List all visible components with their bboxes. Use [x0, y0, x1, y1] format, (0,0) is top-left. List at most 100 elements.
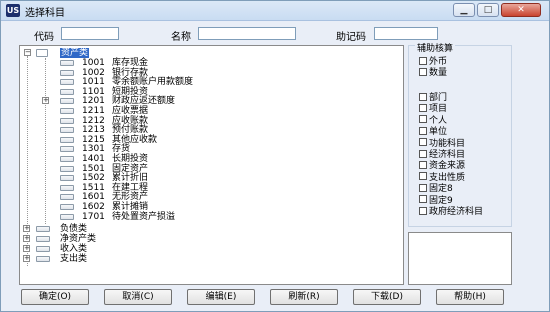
subject-name: 预付账款	[112, 125, 149, 136]
aux-checkbox[interactable]: 政府经济科目	[419, 206, 484, 217]
expand-icon[interactable]: +	[23, 235, 30, 242]
title-bar[interactable]: US 选择科目 ▁ □ ✕	[1, 1, 549, 21]
cancel-button[interactable]: 取消(C)	[104, 289, 172, 305]
folder-icon	[60, 60, 74, 66]
expand-icon[interactable]: +	[23, 225, 30, 232]
checkbox-icon[interactable]	[419, 103, 427, 112]
expand-icon[interactable]: +	[23, 245, 30, 252]
confirm-button[interactable]: 确定(O)	[21, 289, 89, 305]
checkbox-icon[interactable]	[419, 115, 427, 124]
aux-checkbox[interactable]: 固定8	[419, 183, 453, 195]
aux-checkbox[interactable]: 数量	[419, 67, 448, 78]
tree-node-label: 资产类	[60, 48, 90, 58]
name-label: 名称	[171, 32, 191, 43]
checkbox-icon[interactable]	[419, 195, 427, 204]
category-name: 负债类	[60, 224, 88, 234]
category-name: 净资产类	[60, 234, 97, 244]
checkbox-icon[interactable]	[419, 149, 427, 158]
subject-code: 1301	[82, 144, 105, 155]
folder-icon	[60, 108, 74, 114]
folder-icon	[60, 184, 74, 191]
subject-code: 1213	[82, 125, 105, 136]
folder-icon	[60, 136, 74, 143]
aux-checkbox[interactable]: 项目	[419, 103, 447, 114]
aux-checkbox-label: 政府经济科目	[429, 207, 484, 217]
aux-checkbox[interactable]: 支出性质	[419, 172, 465, 183]
folder-icon	[60, 117, 74, 124]
aux-checkbox-label: 个人	[429, 115, 448, 126]
aux-accounting-legend: 辅助核算	[415, 41, 456, 54]
mnemonic-label: 助记码	[336, 32, 366, 43]
expand-icon[interactable]: +	[42, 97, 49, 105]
aux-checkbox-label: 资金来源	[429, 161, 466, 172]
aux-checkbox-label: 数量	[429, 68, 448, 78]
app-logo-icon: US	[6, 4, 20, 17]
subject-name: 长期投资	[112, 154, 149, 164]
subject-name: 无形资产	[112, 192, 149, 203]
checkbox-icon[interactable]	[419, 183, 427, 192]
checkbox-icon[interactable]	[419, 138, 427, 147]
checkbox-icon[interactable]	[419, 172, 427, 181]
aux-checkbox[interactable]: 单位	[419, 126, 447, 137]
subject-name: 应收票据	[112, 106, 149, 116]
checkbox-icon[interactable]	[419, 160, 427, 169]
aux-detail-list[interactable]	[408, 232, 512, 285]
subject-name: 待处置资产损溢	[112, 211, 176, 222]
subject-tree[interactable]: − 资产类 1001 库存现金 1002 银行存款 1011 零余额账户用款额度 1101 短…	[19, 45, 404, 285]
help-button[interactable]: 帮助(H)	[436, 289, 504, 305]
close-button[interactable]: ✕	[501, 3, 541, 17]
folder-icon	[60, 175, 74, 182]
subject-code: 1201	[82, 96, 105, 107]
folder-icon	[60, 69, 74, 76]
folder-icon	[60, 194, 74, 201]
subject-code: 1215	[82, 134, 105, 145]
aux-checkbox-label: 经济科目	[429, 150, 466, 160]
subject-code: 1601	[82, 192, 105, 203]
folder-icon	[60, 98, 74, 105]
subject-code: 1502	[82, 173, 105, 184]
folder-icon	[36, 236, 50, 242]
category-name: 收入类	[60, 244, 88, 254]
folder-icon	[60, 156, 74, 162]
subject-code: 1511	[82, 182, 105, 193]
subject-code: 1011	[82, 77, 105, 88]
folder-icon	[60, 127, 74, 134]
checkbox-icon[interactable]	[419, 56, 427, 65]
aux-checkbox-label: 固定9	[429, 195, 453, 206]
aux-checkbox[interactable]: 固定9	[419, 195, 453, 206]
minimize-button[interactable]: ▁	[453, 3, 475, 17]
edit-button[interactable]: 编辑(E)	[187, 289, 255, 305]
subject-code: 1001	[82, 58, 105, 68]
refresh-button[interactable]: 刷新(R)	[270, 289, 338, 305]
code-input[interactable]	[61, 27, 119, 40]
subject-code: 1002	[82, 67, 105, 78]
aux-checkbox-label: 固定8	[429, 184, 453, 195]
checkbox-icon[interactable]	[419, 206, 427, 215]
download-button[interactable]: 下载(D)	[353, 289, 421, 305]
aux-checkbox[interactable]: 外币	[419, 56, 448, 67]
subject-code: 1212	[82, 115, 105, 126]
subject-code: 1501	[82, 163, 105, 174]
select-subject-dialog: US 选择科目 ▁ □ ✕ 代码 名称 助记码 − 资产类 1001 库存现金 10…	[0, 0, 550, 312]
aux-checkbox[interactable]: 经济科目	[419, 149, 466, 160]
subject-name: 库存现金	[112, 58, 149, 68]
aux-checkbox-label: 外币	[429, 57, 448, 67]
window-title: 选择科目	[25, 8, 65, 19]
subject-code: 1701	[82, 211, 105, 222]
expand-icon[interactable]: +	[23, 255, 30, 262]
subject-code: 1401	[82, 154, 105, 164]
mnemonic-input[interactable]	[374, 27, 438, 40]
aux-checkbox[interactable]: 功能科目	[419, 138, 465, 149]
aux-checkbox[interactable]: 资金来源	[419, 160, 466, 172]
aux-checkbox[interactable]: 个人	[419, 115, 448, 126]
folder-icon	[60, 88, 74, 95]
aux-checkbox[interactable]: 部门	[419, 92, 447, 103]
folder-icon	[60, 213, 74, 220]
checkbox-icon[interactable]	[419, 92, 427, 101]
name-input[interactable]	[198, 27, 296, 40]
collapse-icon[interactable]: −	[24, 49, 31, 56]
maximize-button[interactable]: □	[477, 3, 499, 17]
subject-code: 1211	[82, 106, 105, 116]
checkbox-icon[interactable]	[419, 67, 427, 76]
checkbox-icon[interactable]	[419, 126, 427, 135]
